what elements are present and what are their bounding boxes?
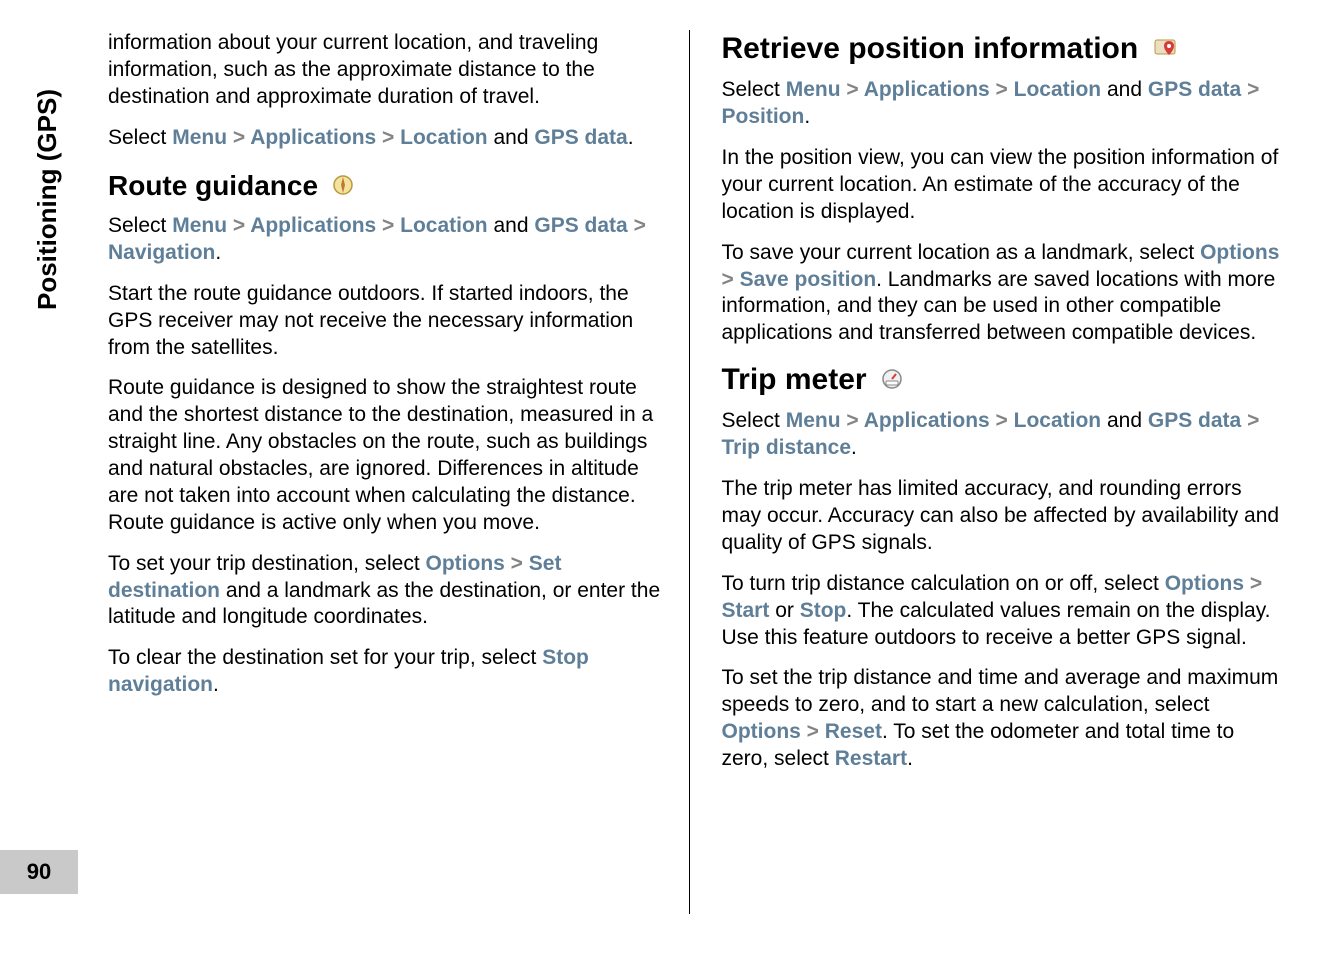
nav-sep: > <box>505 552 529 575</box>
select-word: Select <box>722 78 786 101</box>
nav-gpsdata: GPS data <box>534 126 627 149</box>
nav-sep: > <box>990 409 1014 432</box>
and-word: and <box>1101 78 1148 101</box>
nav-applications: Applications <box>864 409 990 432</box>
section-tab: Positioning (GPS) <box>32 20 78 314</box>
select-word: Select <box>722 409 786 432</box>
trip-onoff-paragraph: To turn trip distance calculation on or … <box>722 571 1287 652</box>
nav-path-gpsdata: Select Menu > Applications > Location an… <box>108 125 673 152</box>
nav-menu: Menu <box>172 214 227 237</box>
period: . <box>213 673 219 696</box>
nav-sep: > <box>1241 409 1259 432</box>
nav-sep: > <box>227 126 250 149</box>
options-key: Options <box>722 720 801 743</box>
heading-text: Retrieve position information <box>722 32 1139 65</box>
nav-sep: > <box>841 78 864 101</box>
text: To turn trip distance calculation on or … <box>722 572 1165 595</box>
compass-icon <box>332 169 354 205</box>
select-word: Select <box>108 126 172 149</box>
start-key: Start <box>722 599 770 622</box>
and-word: and <box>488 214 535 237</box>
nav-applications: Applications <box>250 126 376 149</box>
nav-position: Position <box>722 105 805 128</box>
page-number: 90 <box>0 850 78 894</box>
select-word: Select <box>108 214 172 237</box>
text: To set your trip destination, select <box>108 552 426 575</box>
set-destination-paragraph: To set your trip destination, select Opt… <box>108 551 673 632</box>
reset-key: Reset <box>825 720 882 743</box>
page: Positioning (GPS) 90 information about y… <box>0 0 1322 954</box>
odometer-icon <box>881 362 903 400</box>
left-column: information about your current location,… <box>108 30 690 914</box>
nav-path-navigation: Select Menu > Applications > Location an… <box>108 213 673 267</box>
nav-gpsdata: GPS data <box>1148 409 1241 432</box>
nav-sep: > <box>1241 78 1259 101</box>
route-start-paragraph: Start the route guidance outdoors. If st… <box>108 281 673 362</box>
options-key: Options <box>1165 572 1244 595</box>
route-design-paragraph: Route guidance is designed to show the s… <box>108 375 673 536</box>
position-view-paragraph: In the position view, you can view the p… <box>722 145 1287 226</box>
nav-location: Location <box>1014 78 1102 101</box>
period: . <box>804 105 810 128</box>
nav-sep: > <box>801 720 825 743</box>
nav-sep: > <box>722 268 740 291</box>
nav-gpsdata: GPS data <box>1148 78 1241 101</box>
nav-applications: Applications <box>250 214 376 237</box>
trip-reset-paragraph: To set the trip distance and time and av… <box>722 665 1287 773</box>
nav-sep: > <box>841 409 864 432</box>
nav-sep: > <box>227 214 250 237</box>
trip-accuracy-paragraph: The trip meter has limited accuracy, and… <box>722 476 1287 557</box>
text: To clear the destination set for your tr… <box>108 646 542 669</box>
nav-path-trip: Select Menu > Applications > Location an… <box>722 408 1287 462</box>
nav-applications: Applications <box>864 78 990 101</box>
options-key: Options <box>426 552 505 575</box>
retrieve-position-heading: Retrieve position information <box>722 30 1287 69</box>
nav-path-position: Select Menu > Applications > Location an… <box>722 77 1287 131</box>
options-key: Options <box>1200 241 1279 264</box>
nav-gpsdata: GPS data <box>534 214 627 237</box>
trip-meter-heading: Trip meter <box>722 361 1287 400</box>
stop-navigation-paragraph: To clear the destination set for your tr… <box>108 645 673 699</box>
text: To save your current location as a landm… <box>722 241 1201 264</box>
nav-location: Location <box>400 214 488 237</box>
nav-sep: > <box>376 126 400 149</box>
map-pin-icon <box>1153 31 1177 69</box>
nav-sep: > <box>376 214 400 237</box>
text: To set the trip distance and time and av… <box>722 666 1279 716</box>
restart-key: Restart <box>835 747 907 770</box>
nav-sep: > <box>628 214 646 237</box>
content-columns: information about your current location,… <box>108 30 1286 914</box>
period: . <box>215 241 221 264</box>
stop-key: Stop <box>800 599 847 622</box>
nav-navigation: Navigation <box>108 241 215 264</box>
save-landmark-paragraph: To save your current location as a landm… <box>722 240 1287 348</box>
period: . <box>628 126 634 149</box>
route-guidance-heading: Route guidance <box>108 168 673 206</box>
nav-location: Location <box>400 126 488 149</box>
period: . <box>851 436 857 459</box>
period: . <box>907 747 913 770</box>
save-position-key: Save position <box>740 268 877 291</box>
and-word: and <box>488 126 535 149</box>
intro-paragraph: information about your current location,… <box>108 30 673 111</box>
nav-menu: Menu <box>172 126 227 149</box>
nav-menu: Menu <box>786 409 841 432</box>
nav-sep: > <box>1244 572 1262 595</box>
or-word: or <box>769 599 799 622</box>
nav-trip-distance: Trip distance <box>722 436 852 459</box>
heading-text: Trip meter <box>722 363 867 396</box>
heading-text: Route guidance <box>108 170 318 201</box>
nav-location: Location <box>1014 409 1102 432</box>
nav-sep: > <box>990 78 1014 101</box>
right-column: Retrieve position information Select Men… <box>722 30 1287 914</box>
nav-menu: Menu <box>786 78 841 101</box>
and-word: and <box>1101 409 1148 432</box>
